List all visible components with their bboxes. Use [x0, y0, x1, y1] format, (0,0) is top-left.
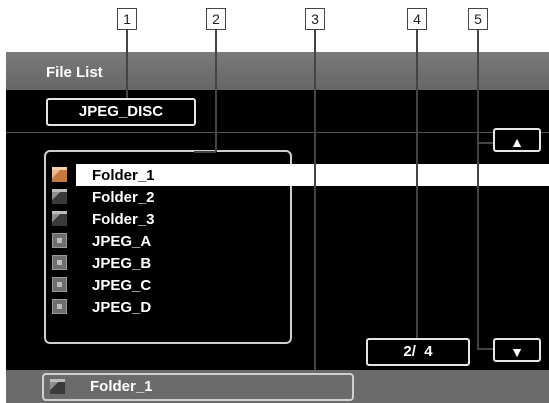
- folder-icon: [52, 211, 67, 226]
- list-item-folder-3[interactable]: Folder_3: [48, 208, 549, 230]
- list-item-jpeg-b[interactable]: JPEG_B: [48, 252, 549, 274]
- scroll-down-button[interactable]: ▼: [493, 338, 541, 362]
- callout-1-leader: [126, 30, 128, 98]
- list-item-label: JPEG_D: [92, 299, 152, 316]
- list-item-folder-2[interactable]: Folder_2: [48, 186, 549, 208]
- scroll-up-button[interactable]: ▲: [493, 128, 541, 152]
- list-item-label: Folder_2: [92, 189, 155, 206]
- list-item-label: JPEG_B: [92, 255, 152, 272]
- callout-2-leader: [215, 30, 217, 152]
- page-title: File List: [46, 64, 103, 81]
- list-item-jpeg-c[interactable]: JPEG_C: [48, 274, 549, 296]
- callout-3: 3: [305, 8, 325, 30]
- current-item-frame: [42, 373, 354, 401]
- folder-icon: [52, 167, 67, 182]
- triangle-up-icon: ▲: [510, 134, 524, 150]
- callout-2-leader-h: [194, 151, 216, 153]
- callout-4-leader: [416, 30, 418, 338]
- folder-icon: [50, 379, 65, 394]
- disc-label: JPEG_DISC: [46, 98, 196, 126]
- title-bar: File List: [6, 52, 549, 90]
- callout-5-leader: [477, 30, 479, 348]
- list-item-label: Folder_1: [92, 167, 155, 184]
- callout-2: 2: [206, 8, 226, 30]
- list-item-jpeg-a[interactable]: JPEG_A: [48, 230, 549, 252]
- callout-3-leader: [314, 30, 316, 370]
- image-file-icon: [52, 233, 67, 248]
- status-bar: Folder_1: [6, 370, 549, 403]
- folder-icon: [52, 189, 67, 204]
- current-item-label: Folder_1: [90, 378, 153, 395]
- triangle-down-icon: ▼: [510, 344, 524, 360]
- list-item-label: Folder_3: [92, 211, 155, 228]
- divider: [6, 132, 549, 133]
- callout-5: 5: [468, 8, 488, 30]
- list-item-label: JPEG_C: [92, 277, 152, 294]
- image-file-icon: [52, 255, 67, 270]
- page-indicator: 2/ 4: [366, 338, 470, 366]
- callout-5-leader-down: [477, 348, 493, 350]
- image-file-icon: [52, 277, 67, 292]
- callout-4: 4: [407, 8, 427, 30]
- file-list-screen: File List JPEG_DISC Folder_1 Folder_2 Fo…: [6, 52, 549, 403]
- callout-1: 1: [117, 8, 137, 30]
- callout-5-leader-up: [477, 142, 493, 144]
- list-item-jpeg-d[interactable]: JPEG_D: [48, 296, 549, 318]
- image-file-icon: [52, 299, 67, 314]
- list-item-label: JPEG_A: [92, 233, 152, 250]
